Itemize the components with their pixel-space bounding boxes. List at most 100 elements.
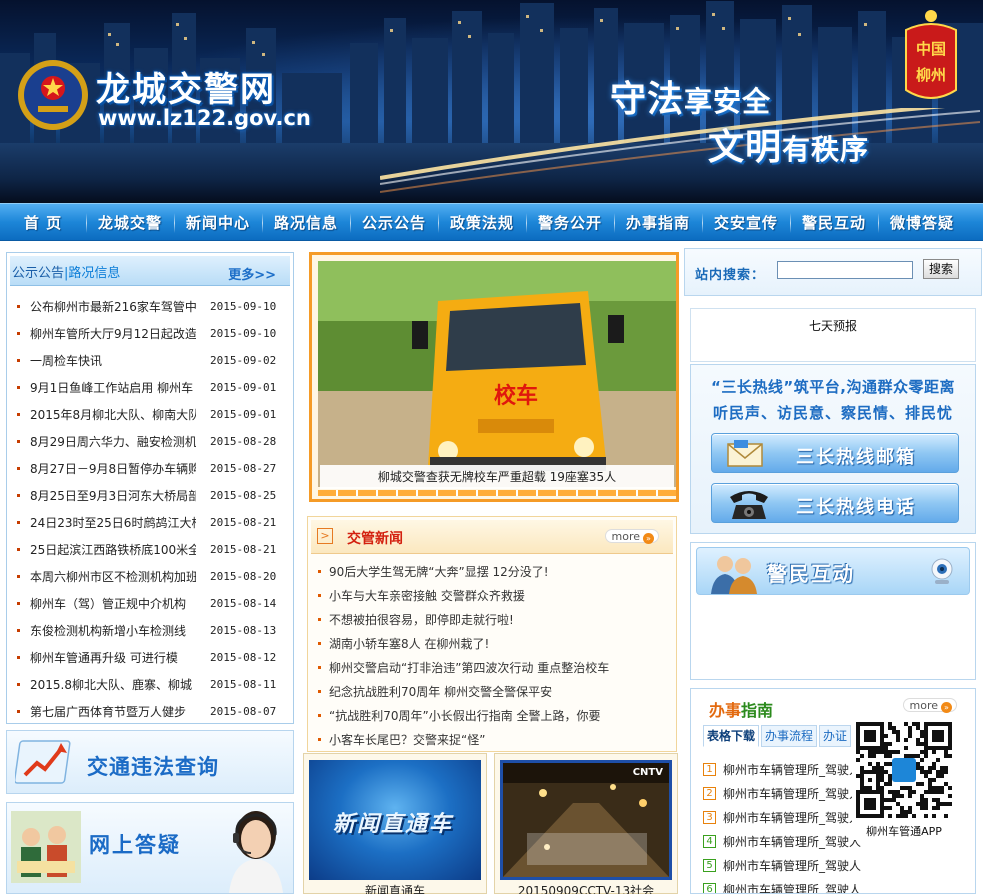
tab-procedures[interactable]: 办事流程 [761, 725, 818, 747]
nav-road-info[interactable]: 路况信息 [262, 204, 350, 240]
video-cctv13[interactable]: CNTV 20150909CCTV-13社会 [494, 753, 678, 894]
tab-certificates[interactable]: 办证 [819, 725, 852, 747]
online-qa-banner[interactable]: 网上答疑 [6, 802, 294, 894]
app-qr-code[interactable]: 柳州车管通APP [852, 720, 956, 840]
guide-item[interactable]: 3 柳州市车辆管理所_驾驶人 [703, 805, 861, 829]
news-item[interactable]: 纪念抗战胜利70周年 柳州交警全警保平安 [308, 679, 676, 703]
notice-item-title[interactable]: 9月1日鱼峰工作站启用 柳州车 [30, 379, 196, 396]
news-item[interactable]: 小车与大车亲密接触 交警群众齐救援 [308, 583, 676, 607]
guide-item-title[interactable]: 柳州市车辆管理所_驾驶人 [723, 761, 861, 778]
notice-item-title[interactable]: 8月29日周六华力、融安检测机 [30, 433, 196, 450]
news-item-title[interactable]: 不想被拍很容易，即停即走就行啦! [329, 611, 514, 628]
notice-item-title[interactable]: 柳州车（驾）管正规中介机构 [30, 595, 196, 612]
notice-item[interactable]: 柳州车管所大厅9月12日起改造 2015-09-10 [7, 320, 293, 347]
news-item[interactable]: 不想被拍很容易，即停即走就行啦! [308, 607, 676, 631]
search-button[interactable]: 搜索 [923, 259, 959, 279]
notice-item[interactable]: 24日23时至25日6时鹧鸪江大桥 2015-08-21 [7, 509, 293, 536]
bullet-icon [318, 569, 321, 573]
nav-service-guide[interactable]: 办事指南 [614, 204, 702, 240]
news-item[interactable]: 湖南小轿车塞8人 在柳州栽了! [308, 631, 676, 655]
news-item-title[interactable]: 90后大学生驾无牌“大奔”显摆 12分没了! [329, 563, 549, 580]
video-news-express[interactable]: 新闻直通车 新闻直通车 [303, 753, 487, 894]
guide-item-title[interactable]: 柳州市车辆管理所_驾驶人 [723, 833, 861, 850]
bullet-icon [17, 683, 20, 686]
news-item[interactable]: 小客车长尾巴？交警来捉“怪” [308, 727, 676, 751]
slideshow-indicator[interactable] [318, 490, 676, 496]
notice-item[interactable]: 第七届广西体育节暨万人健步 2015-08-07 [7, 698, 293, 725]
notice-item[interactable]: 公布柳州市最新216家车驾管中 2015-09-10 [7, 293, 293, 320]
guide-item[interactable]: 2 柳州市车辆管理所_驾驶人 [703, 781, 861, 805]
notice-item-title[interactable]: 本周六柳州市区不检测机构加班 [30, 568, 196, 585]
guide-item[interactable]: 6 柳州市车辆管理所_驾驶人 [703, 877, 861, 894]
news-more-button[interactable]: more» [604, 529, 659, 544]
video-thumbnail[interactable]: 新闻直通车 [309, 760, 481, 880]
violation-query-banner[interactable]: 交通违法查询 [6, 730, 294, 794]
news-item-title[interactable]: 湖南小轿车塞8人 在柳州栽了! [329, 635, 489, 652]
nav-longcheng-police[interactable]: 龙城交警 [86, 204, 174, 240]
notice-item[interactable]: 25日起滨江西路铁桥底100米全 2015-08-21 [7, 536, 293, 563]
notice-item[interactable]: 8月25日至9月3日河东大桥局部 2015-08-25 [7, 482, 293, 509]
hotline-mail-button[interactable]: 三长热线邮箱 [711, 433, 959, 473]
nav-notices[interactable]: 公示公告 [350, 204, 438, 240]
guide-item[interactable]: 4 柳州市车辆管理所_驾驶人 [703, 829, 861, 853]
news-item-title[interactable]: “抗战胜利70周年”小长假出行指南 全警上路，你要 [329, 707, 601, 724]
hotline-phone-button[interactable]: 三长热线电话 [711, 483, 959, 523]
news-item[interactable]: 柳州交警启动“打非治违”第四波次行动 重点整治校车 [308, 655, 676, 679]
notice-item-title[interactable]: 8月27日－9月8日暂停办车辆购 [30, 460, 196, 477]
notice-item-title[interactable]: 柳州车管通再升级 可进行模 [30, 649, 196, 666]
tab-form-download[interactable]: 表格下载 [703, 725, 760, 747]
guide-item-title[interactable]: 柳州市车辆管理所_驾驶人 [723, 857, 861, 874]
nav-weibo-qa[interactable]: 微博答疑 [878, 204, 966, 240]
notice-item[interactable]: 2015年8月柳北大队、柳南大队 2015-09-01 [7, 401, 293, 428]
notice-panel: 公示公告|路况信息 更多>> 公布柳州市最新216家车驾管中 2015-09-10… [6, 252, 294, 724]
notice-item-title[interactable]: 25日起滨江西路铁桥底100米全 [30, 541, 196, 558]
notice-item-title[interactable]: 东俊检测机构新增小车检测线 [30, 622, 196, 639]
guide-item[interactable]: 5 柳州市车辆管理所_驾驶人 [703, 853, 861, 877]
search-input[interactable] [777, 261, 913, 279]
nav-news-center[interactable]: 新闻中心 [174, 204, 262, 240]
news-item-title[interactable]: 纪念抗战胜利70周年 柳州交警全警保平安 [329, 683, 552, 700]
notice-item[interactable]: 柳州车管通再升级 可进行模 2015-08-12 [7, 644, 293, 671]
guide-item[interactable]: 1 柳州市车辆管理所_驾驶人 [703, 757, 861, 781]
tab-road-info[interactable]: 路况信息 [68, 266, 120, 281]
video-caption[interactable]: 新闻直通车 [304, 882, 486, 894]
notice-item[interactable]: 8月27日－9月8日暂停办车辆购 2015-08-27 [7, 455, 293, 482]
notice-item-title[interactable]: 2015.8柳北大队、鹿寨、柳城 [30, 676, 196, 693]
notice-item[interactable]: 柳州车（驾）管正规中介机构 2015-08-14 [7, 590, 293, 617]
notice-item[interactable]: 2015.8柳北大队、鹿寨、柳城 2015-08-11 [7, 671, 293, 698]
notice-item[interactable]: 一周检车快讯 2015-09-02 [7, 347, 293, 374]
police-interaction-banner[interactable]: 警民互动 [696, 547, 970, 595]
guide-item-title[interactable]: 柳州市车辆管理所_驾驶人 [723, 809, 861, 826]
notice-item-title[interactable]: 一周检车快讯 [30, 352, 196, 369]
video-thumbnail[interactable]: CNTV [500, 760, 672, 880]
news-item[interactable]: “抗战胜利70周年”小长假出行指南 全警上路，你要 [308, 703, 676, 727]
notice-item-title[interactable]: 第七届广西体育节暨万人健步 [30, 703, 196, 720]
notice-item[interactable]: 东俊检测机构新增小车检测线 2015-08-13 [7, 617, 293, 644]
news-item-title[interactable]: 小车与大车亲密接触 交警群众齐救援 [329, 587, 525, 604]
notice-item-title[interactable]: 2015年8月柳北大队、柳南大队 [30, 406, 196, 423]
featured-caption[interactable]: 柳城交警查获无牌校车严重超载 19座塞35人 [320, 465, 674, 489]
news-item-title[interactable]: 柳州交警启动“打非治违”第四波次行动 重点整治校车 [329, 659, 609, 676]
notice-item[interactable]: 9月1日鱼峰工作站启用 柳州车 2015-09-01 [7, 374, 293, 401]
notice-item-title[interactable]: 柳州车管所大厅9月12日起改造 [30, 325, 196, 342]
news-item-title[interactable]: 小客车长尾巴？交警来捉“怪” [329, 731, 485, 748]
notice-item[interactable]: 8月29日周六华力、融安检测机 2015-08-28 [7, 428, 293, 455]
nav-home[interactable]: 首 页 [0, 204, 86, 240]
notice-item-title[interactable]: 8月25日至9月3日河东大桥局部 [30, 487, 196, 504]
nav-policies[interactable]: 政策法规 [438, 204, 526, 240]
tab-notices[interactable]: 公示公告 [12, 266, 64, 281]
featured-photo[interactable]: 校车 [318, 261, 676, 487]
nav-safety-promo[interactable]: 交安宣传 [702, 204, 790, 240]
news-item[interactable]: 90后大学生驾无牌“大奔”显摆 12分没了! [308, 559, 676, 583]
notice-item-title[interactable]: 公布柳州市最新216家车驾管中 [30, 298, 196, 315]
guide-item-title[interactable]: 柳州市车辆管理所_驾驶人 [723, 785, 861, 802]
video-caption[interactable]: 20150909CCTV-13社会 [495, 882, 677, 894]
notice-item[interactable]: 本周六柳州市区不检测机构加班 2015-08-20 [7, 563, 293, 590]
featured-news-slideshow[interactable]: 校车 柳城交警查获无牌校车严重超载 19座塞35人 [309, 252, 679, 502]
notice-more-link[interactable]: 更多>> [228, 264, 276, 283]
guide-item-title[interactable]: 柳州市车辆管理所_驾驶人 [723, 881, 861, 894]
guide-more-button[interactable]: more» [902, 698, 957, 713]
notice-item-title[interactable]: 24日23时至25日6时鹧鸪江大桥 [30, 514, 196, 531]
nav-police-interaction[interactable]: 警民互动 [790, 204, 878, 240]
nav-police-affairs[interactable]: 警务公开 [526, 204, 614, 240]
